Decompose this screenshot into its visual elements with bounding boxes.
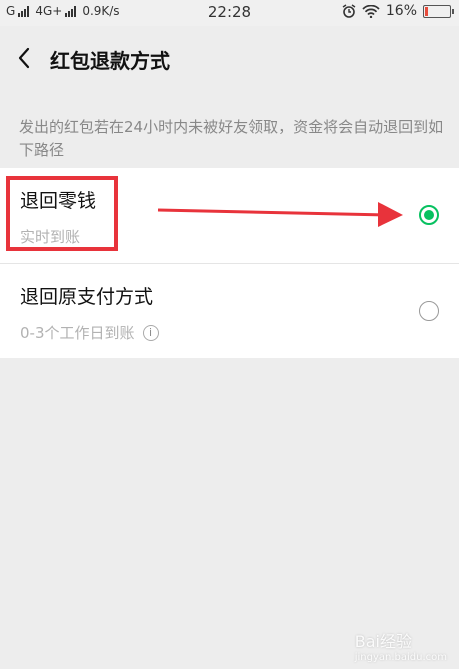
status-right: 16% (342, 3, 454, 19)
info-icon[interactable]: i (142, 324, 159, 341)
watermark: Bai经验 jingyan.baidu.com (355, 628, 447, 663)
option-subtitle-text: 0-3个工作日到账 (20, 324, 135, 342)
watermark-sub: jingyan.baidu.com (354, 652, 447, 663)
annotation-highlight-box (6, 176, 118, 251)
back-arrow-icon[interactable] (12, 43, 38, 73)
option-title: 退回原支付方式 (20, 286, 154, 308)
battery-percent: 16% (385, 3, 417, 19)
status-bar: G 4G+ 0.9K/s 22:28 16% (0, 0, 459, 26)
battery-icon (423, 4, 454, 18)
alarm-icon (342, 4, 356, 18)
option-subtitle: 0-3个工作日到账 i (20, 322, 159, 343)
wifi-icon (362, 4, 380, 18)
nav-bar: 红包退款方式 (0, 26, 459, 90)
page-title: 红包退款方式 (50, 49, 170, 73)
refund-description: 发出的红包若在24小时内未被好友领取，资金将会自动退回到如下路径 (19, 118, 444, 159)
radio-selected[interactable] (419, 205, 439, 225)
radio-unselected[interactable] (419, 301, 439, 321)
watermark-text: Bai经验 (354, 632, 412, 651)
option-original-payment[interactable]: 退回原支付方式 0-3个工作日到账 i (0, 263, 459, 358)
